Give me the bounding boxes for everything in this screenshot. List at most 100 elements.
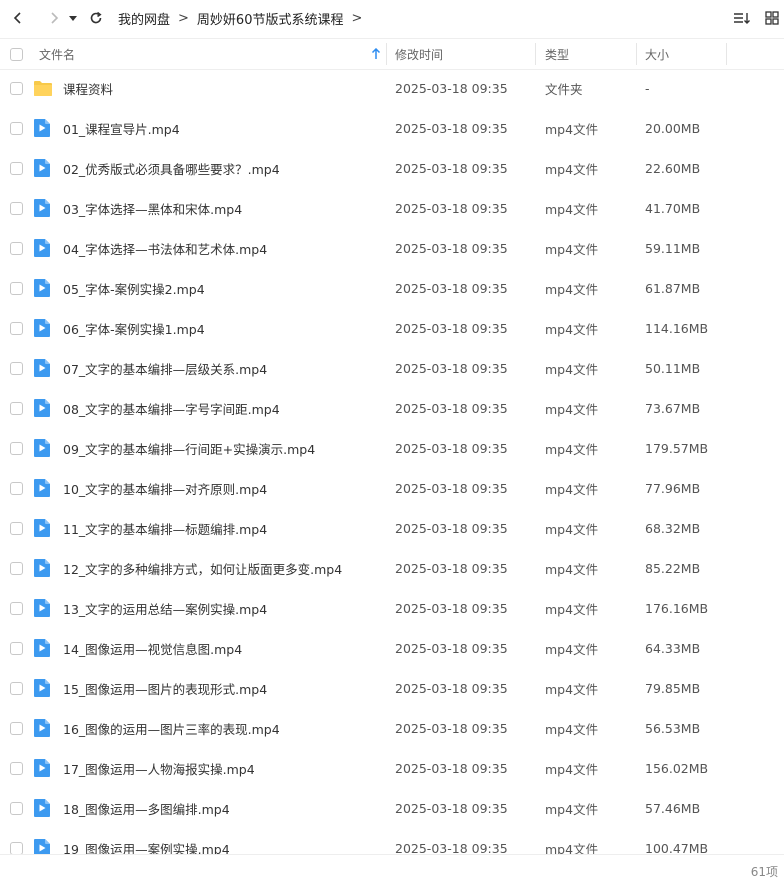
file-name[interactable]: 13_文字的运用总结—案例实操.mp4 <box>63 588 267 628</box>
file-name[interactable]: 16_图像的运用—图片三率的表现.mp4 <box>63 708 280 748</box>
column-header-modified[interactable]: 修改时间 <box>395 39 443 69</box>
file-name[interactable]: 18_图像运用—多图编排.mp4 <box>63 788 230 828</box>
back-button[interactable] <box>6 6 30 30</box>
row-checkbox[interactable] <box>10 188 23 228</box>
breadcrumb-item-root[interactable]: 我的网盘 <box>118 9 170 28</box>
row-checkbox[interactable] <box>10 268 23 308</box>
row-checkbox[interactable] <box>10 228 23 268</box>
file-row[interactable]: 课程资料 2025-03-18 09:35 文件夹 - <box>0 68 784 108</box>
row-checkbox[interactable] <box>10 828 23 854</box>
file-name[interactable]: 07_文字的基本编排—层级关系.mp4 <box>63 348 267 388</box>
file-row[interactable]: 05_字体-案例实操2.mp4 2025-03-18 09:35 mp4文件 61.8… <box>0 268 784 308</box>
checkbox-box[interactable] <box>10 641 23 655</box>
row-checkbox[interactable] <box>10 308 23 348</box>
file-row[interactable]: 02_优秀版式必须具备哪些要求？.mp4 2025-03-18 09:35 mp4文… <box>0 148 784 188</box>
checkbox-box[interactable] <box>10 801 23 815</box>
checkbox-box[interactable] <box>10 721 23 735</box>
checkbox-box[interactable] <box>10 241 23 255</box>
checkbox-box[interactable] <box>10 681 23 695</box>
file-row[interactable]: 09_文字的基本编排—行间距+实操演示.mp4 2025-03-18 09:35 m… <box>0 428 784 468</box>
checkbox-box[interactable] <box>10 121 23 135</box>
file-name[interactable]: 01_课程宣导片.mp4 <box>63 108 180 148</box>
select-all-checkbox[interactable] <box>10 39 23 69</box>
checkbox-box[interactable] <box>10 321 23 335</box>
checkbox-box[interactable] <box>10 47 23 61</box>
checkbox-box[interactable] <box>10 161 23 175</box>
checkbox-box[interactable] <box>10 601 23 615</box>
file-row[interactable]: 07_文字的基本编排—层级关系.mp4 2025-03-18 09:35 mp4文件… <box>0 348 784 388</box>
file-name[interactable]: 17_图像运用—人物海报实操.mp4 <box>63 748 255 788</box>
refresh-button[interactable] <box>84 6 108 30</box>
file-name[interactable]: 12_文字的多种编排方式，如何让版面更多变.mp4 <box>63 548 342 588</box>
grid-view-button[interactable] <box>760 6 784 30</box>
checkbox-box[interactable] <box>10 841 23 854</box>
file-name[interactable]: 05_字体-案例实操2.mp4 <box>63 268 205 308</box>
column-header-name[interactable]: 文件名 <box>39 39 75 69</box>
checkbox-box[interactable] <box>10 441 23 455</box>
column-divider[interactable] <box>726 43 727 65</box>
column-header-size[interactable]: 大小 <box>645 39 669 69</box>
sort-ascending-icon[interactable] <box>371 39 381 69</box>
row-checkbox[interactable] <box>10 668 23 708</box>
sort-options-button[interactable] <box>730 6 754 30</box>
file-row[interactable]: 15_图像运用—图片的表现形式.mp4 2025-03-18 09:35 mp4文件… <box>0 668 784 708</box>
file-name[interactable]: 课程资料 <box>63 68 113 108</box>
checkbox-box[interactable] <box>10 761 23 775</box>
row-checkbox[interactable] <box>10 388 23 428</box>
file-name[interactable]: 03_字体选择—黑体和宋体.mp4 <box>63 188 242 228</box>
row-checkbox[interactable] <box>10 508 23 548</box>
file-name[interactable]: 09_文字的基本编排—行间距+实操演示.mp4 <box>63 428 315 468</box>
file-row[interactable]: 06_字体-案例实操1.mp4 2025-03-18 09:35 mp4文件 114.… <box>0 308 784 348</box>
file-row[interactable]: 17_图像运用—人物海报实操.mp4 2025-03-18 09:35 mp4文件 1… <box>0 748 784 788</box>
file-name[interactable]: 02_优秀版式必须具备哪些要求？.mp4 <box>63 148 280 188</box>
checkbox-box[interactable] <box>10 281 23 295</box>
file-modified: 2025-03-18 09:35 <box>395 800 508 816</box>
file-name[interactable]: 10_文字的基本编排—对齐原则.mp4 <box>63 468 267 508</box>
row-checkbox[interactable] <box>10 348 23 388</box>
checkbox-box[interactable] <box>10 401 23 415</box>
checkbox-box[interactable] <box>10 521 23 535</box>
file-row[interactable]: 14_图像运用—视觉信息图.mp4 2025-03-18 09:35 mp4文件 64… <box>0 628 784 668</box>
column-divider[interactable] <box>386 43 387 65</box>
file-name[interactable]: 14_图像运用—视觉信息图.mp4 <box>63 628 242 668</box>
file-name[interactable]: 15_图像运用—图片的表现形式.mp4 <box>63 668 267 708</box>
checkbox-box[interactable] <box>10 361 23 375</box>
file-row[interactable]: 13_文字的运用总结—案例实操.mp4 2025-03-18 09:35 mp4文件… <box>0 588 784 628</box>
history-dropdown-button[interactable] <box>66 6 80 30</box>
row-checkbox[interactable] <box>10 468 23 508</box>
row-checkbox[interactable] <box>10 588 23 628</box>
file-row[interactable]: 18_图像运用—多图编排.mp4 2025-03-18 09:35 mp4文件 57.… <box>0 788 784 828</box>
column-header-type[interactable]: 类型 <box>545 39 569 69</box>
file-name[interactable]: 19_图像运用—案例实操.mp4 <box>63 828 230 855</box>
file-row[interactable]: 11_文字的基本编排—标题编排.mp4 2025-03-18 09:35 mp4文件… <box>0 508 784 548</box>
file-row[interactable]: 04_字体选择—书法体和艺术体.mp4 2025-03-18 09:35 mp4文件… <box>0 228 784 268</box>
file-row[interactable]: 16_图像的运用—图片三率的表现.mp4 2025-03-18 09:35 mp4文… <box>0 708 784 748</box>
checkbox-box[interactable] <box>10 481 23 495</box>
column-divider[interactable] <box>636 43 637 65</box>
checkbox-box[interactable] <box>10 561 23 575</box>
checkbox-box[interactable] <box>10 81 23 95</box>
file-row[interactable]: 10_文字的基本编排—对齐原则.mp4 2025-03-18 09:35 mp4文件… <box>0 468 784 508</box>
file-row[interactable]: 12_文字的多种编排方式，如何让版面更多变.mp4 2025-03-18 09:3… <box>0 548 784 588</box>
row-checkbox[interactable] <box>10 428 23 468</box>
file-name[interactable]: 11_文字的基本编排—标题编排.mp4 <box>63 508 267 548</box>
breadcrumb-item-current[interactable]: 周妙妍60节版式系统课程 <box>197 9 344 28</box>
file-row[interactable]: 19_图像运用—案例实操.mp4 2025-03-18 09:35 mp4文件 100… <box>0 828 784 854</box>
row-checkbox[interactable] <box>10 628 23 668</box>
row-checkbox[interactable] <box>10 68 23 108</box>
row-checkbox[interactable] <box>10 708 23 748</box>
checkbox-box[interactable] <box>10 201 23 215</box>
file-row[interactable]: 03_字体选择—黑体和宋体.mp4 2025-03-18 09:35 mp4文件 41… <box>0 188 784 228</box>
file-name[interactable]: 08_文字的基本编排—字号字间距.mp4 <box>63 388 280 428</box>
row-checkbox[interactable] <box>10 788 23 828</box>
file-name[interactable]: 04_字体选择—书法体和艺术体.mp4 <box>63 228 267 268</box>
forward-button[interactable] <box>42 6 66 30</box>
row-checkbox[interactable] <box>10 108 23 148</box>
row-checkbox[interactable] <box>10 748 23 788</box>
file-row[interactable]: 08_文字的基本编排—字号字间距.mp4 2025-03-18 09:35 mp4文… <box>0 388 784 428</box>
row-checkbox[interactable] <box>10 148 23 188</box>
file-name[interactable]: 06_字体-案例实操1.mp4 <box>63 308 205 348</box>
row-checkbox[interactable] <box>10 548 23 588</box>
column-divider[interactable] <box>535 43 536 65</box>
file-row[interactable]: 01_课程宣导片.mp4 2025-03-18 09:35 mp4文件 20.00MB <box>0 108 784 148</box>
